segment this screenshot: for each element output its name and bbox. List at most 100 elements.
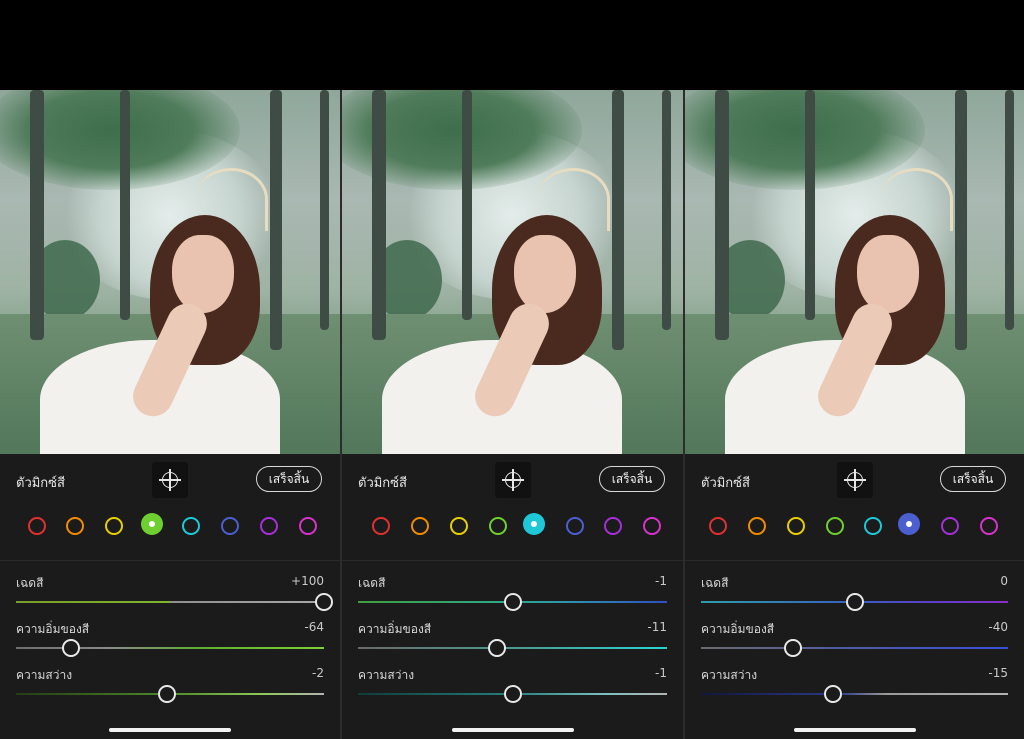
color-swatch[interactable] <box>643 517 661 535</box>
color-swatch[interactable] <box>941 517 959 535</box>
slider-value: -2 <box>312 666 324 680</box>
color-mixer-panel: ตัวมิกซ์สี เสร็จสิ้นเฉดสี -1 ความอิ่มของสี -… <box>342 90 683 739</box>
slider-label: เฉดสี <box>358 576 386 590</box>
slider-label: ความอิ่มของสี <box>16 622 90 636</box>
preview-photo <box>685 90 1024 454</box>
slider-knob[interactable] <box>784 639 803 657</box>
color-mixer-panel: ตัวมิกซ์สี เสร็จสิ้น เฉดสี 0 ความอิ่มของสี -4… <box>685 90 1024 739</box>
slider-value: -11 <box>647 620 667 634</box>
color-swatch[interactable] <box>525 515 543 533</box>
photo-tree-trunk <box>1005 90 1014 330</box>
done-button[interactable]: เสร็จสิ้น <box>940 466 1006 492</box>
panel-divider <box>683 90 685 739</box>
slider-knob[interactable] <box>157 685 176 703</box>
target-crosshair-icon <box>159 469 181 491</box>
slider-row: เฉดสี -1 <box>358 574 667 618</box>
slider-label: เฉดสี <box>16 576 44 590</box>
slider-knob[interactable] <box>315 593 333 611</box>
slider-row: ความอิ่มของสี -64 <box>16 620 324 664</box>
slider-row: ความสว่าง -2 <box>16 666 324 710</box>
slider-value: -15 <box>988 666 1008 680</box>
color-swatch[interactable] <box>980 517 998 535</box>
target-adjust-button[interactable] <box>837 462 873 498</box>
photo-subject-face <box>514 235 576 313</box>
top-black-bar <box>0 0 1024 90</box>
color-swatch[interactable] <box>66 517 84 535</box>
slider-label: ความสว่าง <box>358 668 415 682</box>
color-mixer-panel: ตัวมิกซ์สี เสร็จสิ้นเฉดสี +100 ความอิ่มของส… <box>0 90 340 739</box>
color-swatch[interactable] <box>299 517 317 535</box>
photo-tree-trunk <box>30 90 44 340</box>
home-indicator <box>794 728 916 732</box>
slider-track[interactable] <box>16 601 324 603</box>
section-divider <box>685 560 1024 561</box>
slider-value: 0 <box>1000 574 1008 588</box>
color-swatch[interactable] <box>864 517 882 535</box>
preview-photo <box>0 90 340 454</box>
slider-row: ความอิ่มของสี -40 <box>701 620 1008 664</box>
slider-row: ความอิ่มของสี -11 <box>358 620 667 664</box>
swatch-selected-dot <box>531 521 537 527</box>
photo-tree-trunk <box>805 90 815 320</box>
color-swatch[interactable] <box>182 517 200 535</box>
mixer-title: ตัวมิกซ์สี <box>358 476 407 491</box>
photo-tree-trunk <box>320 90 329 330</box>
color-swatch[interactable] <box>709 517 727 535</box>
color-swatch[interactable] <box>143 515 161 533</box>
mixer-title: ตัวมิกซ์สี <box>16 476 65 491</box>
slider-row: ความสว่าง -15 <box>701 666 1008 710</box>
color-swatch[interactable] <box>900 515 918 533</box>
color-swatch[interactable] <box>826 517 844 535</box>
target-adjust-button[interactable] <box>152 462 188 498</box>
slider-value: +100 <box>291 574 324 588</box>
preview-photo <box>342 90 683 454</box>
done-button[interactable]: เสร็จสิ้น <box>599 466 665 492</box>
swatch-selected-dot <box>149 521 155 527</box>
photo-subject-crown <box>195 168 268 231</box>
slider-row: ความสว่าง -1 <box>358 666 667 710</box>
color-swatch[interactable] <box>489 517 507 535</box>
color-swatch-row <box>342 512 683 540</box>
slider-row: เฉดสี +100 <box>16 574 333 618</box>
slider-label: ความอิ่มของสี <box>701 622 775 636</box>
photo-tree-trunk <box>662 90 671 330</box>
color-swatch[interactable] <box>260 517 278 535</box>
target-adjust-button[interactable] <box>495 462 531 498</box>
section-divider <box>0 560 340 561</box>
photo-subject-face <box>857 235 919 313</box>
home-indicator <box>109 728 231 732</box>
slider-knob[interactable] <box>824 685 842 703</box>
slider-knob[interactable] <box>488 639 507 657</box>
slider-track[interactable] <box>701 647 1008 649</box>
home-indicator <box>452 728 574 732</box>
color-swatch[interactable] <box>748 517 766 535</box>
color-swatch[interactable] <box>28 517 46 535</box>
photo-tree-trunk <box>270 90 282 350</box>
slider-row: เฉดสี 0 <box>701 574 1008 618</box>
slider-track[interactable] <box>358 647 667 649</box>
slider-knob[interactable] <box>62 639 81 657</box>
slider-value: -1 <box>655 574 667 588</box>
section-divider <box>342 560 683 561</box>
color-swatch[interactable] <box>105 517 123 535</box>
color-swatch[interactable] <box>787 517 805 535</box>
slider-label: ความสว่าง <box>701 668 758 682</box>
target-crosshair-icon <box>502 469 524 491</box>
color-swatch[interactable] <box>221 517 239 535</box>
slider-knob[interactable] <box>503 593 522 611</box>
slider-knob[interactable] <box>503 685 522 703</box>
color-swatch-row <box>0 512 340 540</box>
color-swatch[interactable] <box>566 517 584 535</box>
photo-tree-trunk <box>715 90 729 340</box>
color-swatch[interactable] <box>604 517 622 535</box>
slider-track[interactable] <box>701 693 1008 695</box>
color-swatch[interactable] <box>450 517 468 535</box>
color-swatch[interactable] <box>372 517 390 535</box>
photo-tree-trunk <box>462 90 472 320</box>
slider-value: -40 <box>988 620 1008 634</box>
slider-knob[interactable] <box>845 593 864 611</box>
photo-tree-trunk <box>955 90 967 350</box>
color-swatch[interactable] <box>411 517 429 535</box>
done-button[interactable]: เสร็จสิ้น <box>256 466 322 492</box>
slider-value: -1 <box>655 666 667 680</box>
